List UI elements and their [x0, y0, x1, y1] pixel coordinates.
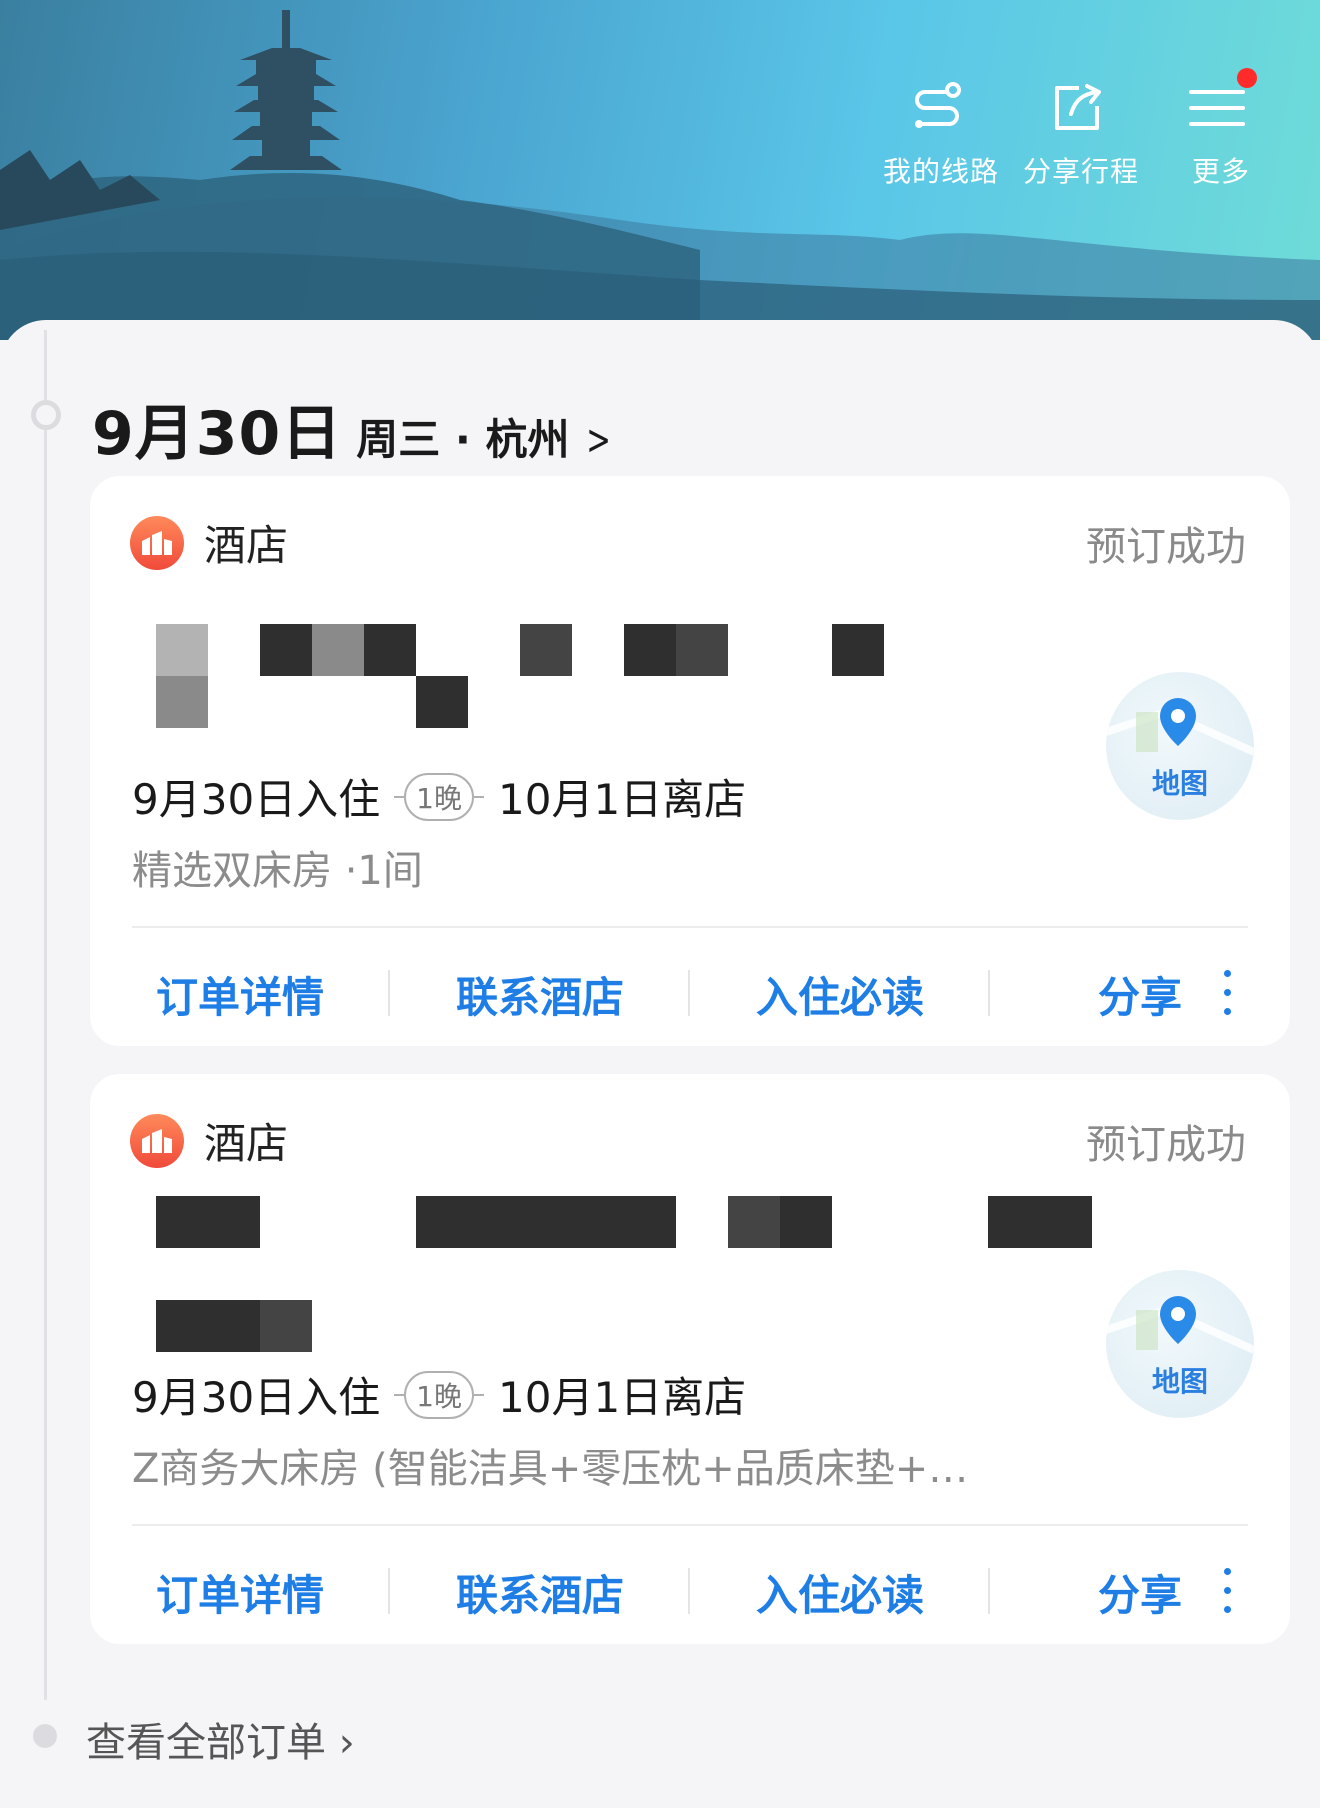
my-route-label: 我的线路	[882, 155, 999, 188]
contact-hotel-button[interactable]: 联系酒店	[390, 1562, 690, 1623]
stay-dates: 9月30日入住 1晚 10月1日离店	[132, 1364, 746, 1425]
map-button[interactable]: 地图	[1106, 1270, 1254, 1418]
day-date: 9月30日	[92, 399, 343, 469]
checkout-date: 10月1日离店	[498, 775, 747, 824]
order-details-button[interactable]: 订单详情	[90, 964, 390, 1025]
order-status: 预订成功	[1086, 1122, 1246, 1168]
order-type: 酒店	[204, 521, 289, 570]
nights-badge: 1晚	[394, 1370, 484, 1419]
map-button[interactable]: 地图	[1106, 672, 1254, 820]
divider	[132, 1524, 1248, 1526]
share-out-icon	[1049, 80, 1113, 144]
contact-hotel-button[interactable]: 联系酒店	[390, 964, 690, 1025]
view-all-orders-link[interactable]: 查看全部订单 ›	[86, 1710, 355, 1768]
order-status: 预订成功	[1086, 524, 1246, 570]
hotel-icon	[130, 515, 184, 570]
checkout-date: 10月1日离店	[498, 1373, 747, 1422]
day-weekday-city: 周三 · 杭州	[356, 415, 570, 464]
day-header[interactable]: 9月30日 周三 · 杭州 >	[92, 385, 617, 472]
timeline-line	[44, 330, 47, 1700]
hotel-order-card[interactable]: 酒店 预订成功 地图 9月30日入住 1晚 10月1日离店 Z商务大床房 (智能…	[90, 1074, 1290, 1644]
share-trip-button[interactable]: 分享行程	[1022, 80, 1140, 190]
checkin-notice-button[interactable]: 入住必读	[690, 1562, 990, 1623]
stay-dates: 9月30日入住 1晚 10月1日离店	[132, 766, 746, 827]
nights-count: 1晚	[404, 772, 474, 821]
header-banner: 我的线路 分享行程 更多	[0, 0, 1320, 340]
share-trip-label: 分享行程	[1022, 155, 1139, 188]
timeline-end-node	[33, 1724, 57, 1748]
route-icon	[909, 80, 973, 144]
chevron-right-icon: >	[586, 415, 612, 464]
share-button[interactable]: 分享	[990, 1562, 1290, 1623]
checkin-notice-button[interactable]: 入住必读	[690, 964, 990, 1025]
share-button[interactable]: 分享	[990, 964, 1290, 1025]
checkin-date: 9月30日入住	[132, 1373, 381, 1422]
room-type: 精选双床房 ·1间	[132, 848, 423, 894]
more-label: 更多	[1191, 155, 1250, 188]
my-route-button[interactable]: 我的线路	[882, 80, 1000, 190]
nights-badge: 1晚	[394, 772, 484, 821]
map-label: 地图	[1151, 1365, 1208, 1398]
timeline-node	[31, 400, 61, 430]
order-details-button[interactable]: 订单详情	[90, 1562, 390, 1623]
hotel-order-card[interactable]: 酒店 预订成功 地图 9月30日入住 1晚 10月1日离店 精选双床房 ·1间	[90, 476, 1290, 1046]
map-label: 地图	[1151, 767, 1208, 800]
notification-badge	[1237, 68, 1257, 88]
hotel-icon	[130, 1113, 184, 1168]
room-type: Z商务大床房 (智能洁具+零压枕+品质床垫+…	[132, 1446, 969, 1492]
more-options-icon[interactable]	[1224, 1568, 1234, 1613]
checkin-date: 9月30日入住	[132, 775, 381, 824]
order-type: 酒店	[204, 1119, 289, 1168]
divider	[132, 926, 1248, 928]
nights-count: 1晚	[404, 1370, 474, 1419]
more-button[interactable]: 更多	[1162, 68, 1280, 190]
more-options-icon[interactable]	[1224, 970, 1234, 1015]
menu-icon	[1189, 68, 1257, 144]
